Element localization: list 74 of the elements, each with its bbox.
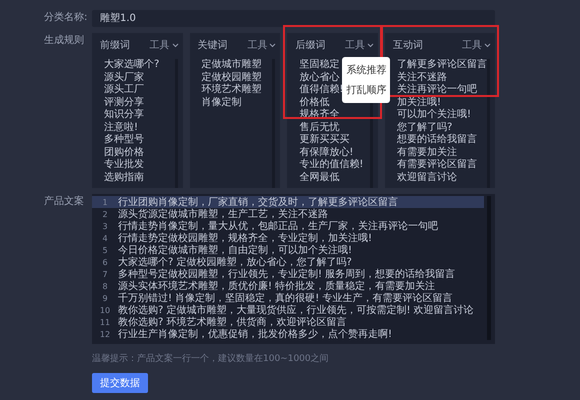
submit-button[interactable]: 提交数据 (92, 373, 148, 393)
chevron-down-icon (172, 42, 179, 48)
line-number: 11 (98, 318, 112, 326)
chevron-down-icon (484, 42, 491, 48)
word-item: 想要的话给我留言 (396, 134, 477, 146)
word-item: 可以加个关注哦! (396, 109, 471, 122)
category-name-field[interactable]: 雕塑1.0 (92, 10, 495, 27)
copy-line: 大家选哪个? 定做校园雕塑，放心省心，您了解了吗? (118, 256, 352, 268)
tools-dropdown[interactable]: 工具 (462, 38, 491, 52)
menu-item[interactable]: 系统推荐 (346, 63, 386, 77)
word-item: 更新买买买 (299, 134, 350, 146)
copy-line: 源头实体环境艺术雕塑，质优价廉! 特价批发，质量稳定，有需要加关注 (118, 280, 436, 292)
line-number: 9 (101, 294, 109, 302)
word-item: 关注再评论一句吧 (396, 84, 477, 96)
line-number: 8 (101, 282, 109, 290)
word-item: 环境艺术雕塑 (202, 84, 262, 96)
copy-line: 行情走势肖像定制，量大从优，包邮正品，生产厂家，关注再评论一句吧 (118, 220, 438, 232)
hint-text: 温馨提示：产品文案一行一个，建议数量在100~1000之间 (92, 352, 330, 365)
word-item: 有保障放心! (299, 146, 354, 158)
word-item: 知识分享 (104, 109, 144, 122)
word-item: 值得信赖! (299, 84, 344, 96)
line-number: 1 (101, 198, 109, 206)
tools-dropdown[interactable]: 工具 (247, 38, 276, 52)
menu-item[interactable]: 打乱顺序 (346, 83, 386, 97)
tools-dropdown[interactable]: 工具 (150, 38, 179, 52)
card-title: 后缀词 (295, 38, 326, 52)
word-item: 定做校园雕塑 (202, 72, 262, 84)
line-number: 10 (98, 306, 112, 314)
word-item: 选购指南 (104, 172, 144, 184)
card-title: 前缀词 (100, 39, 130, 52)
word-item: 评测分享 (104, 96, 144, 108)
word-item: 全网最低 (299, 172, 340, 184)
line-number: 4 (101, 234, 109, 242)
field-label: 分类名称: (44, 10, 88, 25)
copy-line: 多种型号定做校园雕塑，行业领先，专业定制! 服务周到，想要的话给我留言 (118, 268, 456, 280)
word-item: 团购价格 (104, 146, 144, 158)
word-item: 肖像定制 (202, 96, 242, 109)
copy-line: 行情走势定做校园雕塑，规格齐全，专业定制，加关注哦! (118, 232, 372, 244)
word-item: 售后无忧 (299, 122, 340, 134)
word-item: 源头厂家 (104, 72, 144, 84)
word-item: 加关注哦! (396, 96, 441, 108)
line-number: 2 (101, 210, 109, 218)
copy-line: 源头货源定做城市雕塑，生产工艺，关注不迷路 (118, 208, 328, 220)
copy-line: 行业团购肖像定制，厂家直销，交货及时，了解更多评论区留言 (118, 196, 398, 208)
word-item: 价格低 (299, 96, 330, 108)
copy-line: 千万别错过! 肖像定制，坚固稳定，真的很硬! 专业生产，有需要评论区留言 (118, 292, 452, 304)
line-number: 5 (101, 246, 109, 254)
copy-line: 教你选购? 定做城市雕塑，大量现货供应，行业领先，可按需定制! 欢迎留言讨论 (118, 304, 474, 316)
line-number: 6 (101, 258, 109, 266)
word-item: 源头工厂 (104, 84, 144, 96)
word-item: 有需要评论区留言 (396, 159, 477, 172)
copy-line: 行业生产肖像定制，优惠促销，批发价格多少，点个赞再走啊! (118, 328, 392, 341)
line-number: 7 (101, 270, 109, 278)
word-item: 多种型号 (104, 134, 144, 146)
chevron-down-icon (269, 42, 276, 48)
line-number: 3 (101, 222, 109, 230)
word-item: 欢迎留言讨论 (396, 172, 457, 184)
word-item: 放心省心 (299, 72, 340, 84)
card-title: 关键词 (198, 38, 228, 52)
word-item: 注意啦! (104, 122, 138, 134)
copy-line: 今日价格定做城市雕塑，自由定制，可以加个关注哦! (118, 244, 352, 256)
word-item: 专业批发 (104, 159, 144, 172)
card-title: 互动词 (392, 39, 423, 52)
word-item: 专业的值信赖! (299, 159, 364, 172)
tools-dropdown[interactable]: 工具 (344, 38, 374, 52)
copy-text-area[interactable] (92, 194, 495, 344)
field-label: 生成规则 (44, 34, 85, 48)
word-item: 关注不迷路 (396, 72, 447, 84)
chevron-down-icon (366, 42, 374, 48)
line-number: 12 (98, 330, 112, 338)
field-label: 产品文案 (44, 194, 85, 209)
word-item: 您了解了吗? (396, 122, 452, 134)
copy-line: 教你选购? 环境艺术雕塑，供货商，欢迎评论区留言 (118, 316, 346, 328)
word-item: 有需要加关注 (396, 146, 457, 159)
